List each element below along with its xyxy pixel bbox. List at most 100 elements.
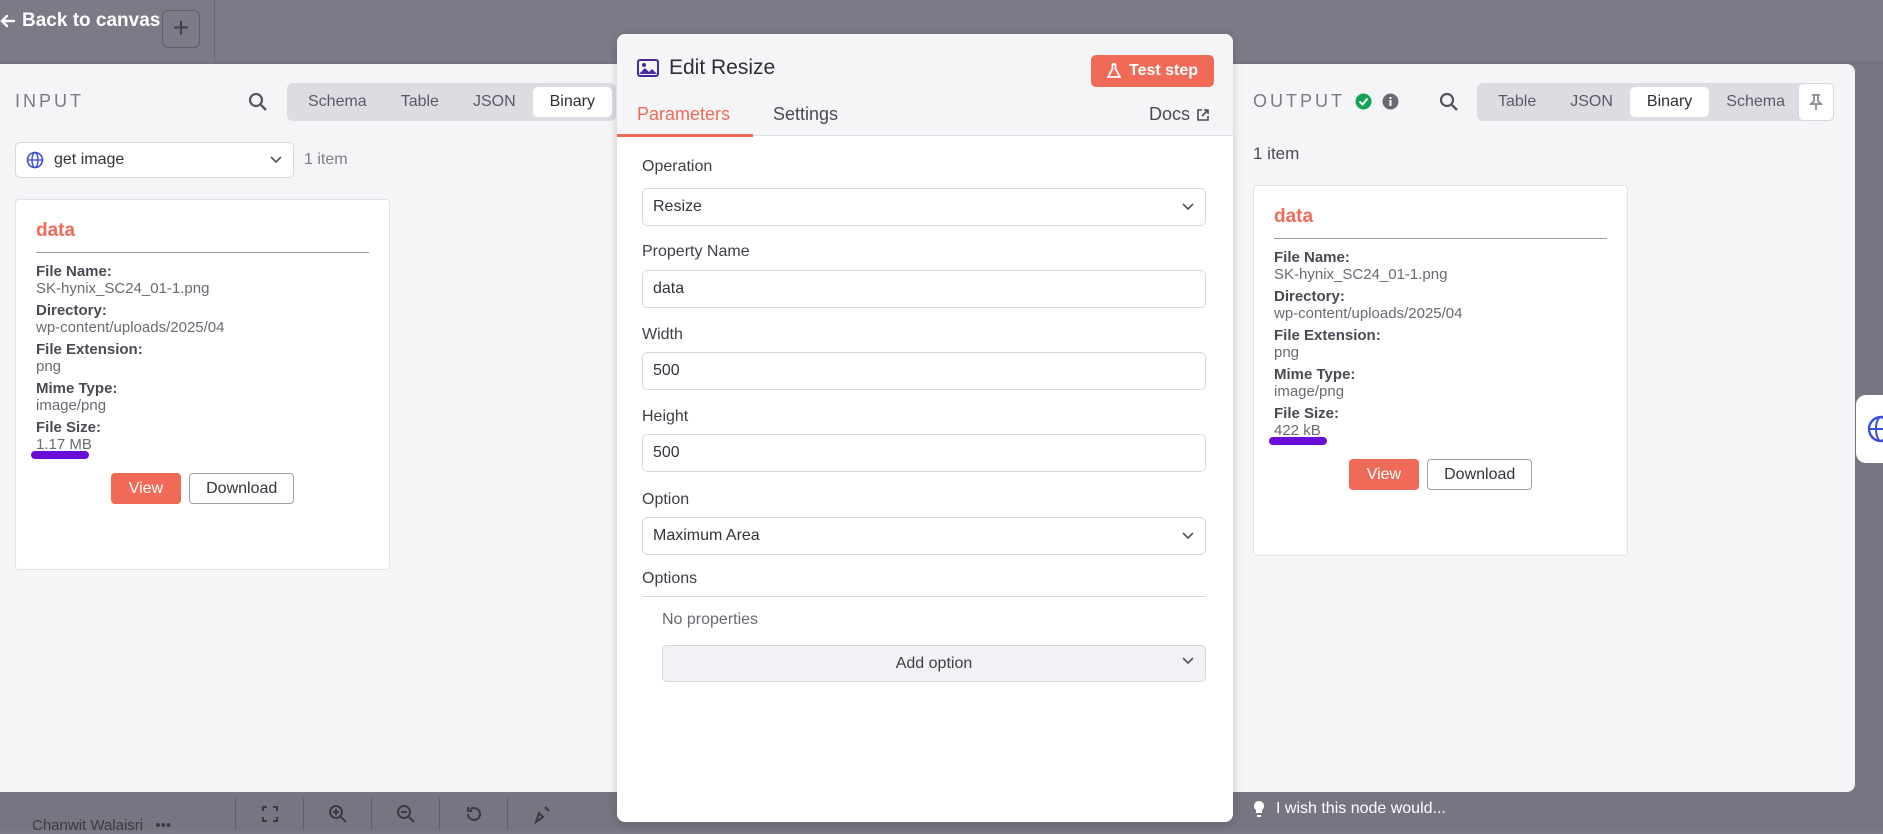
directory-value: wp-content/uploads/2025/04 [1274,305,1463,322]
tab-settings[interactable]: Settings [773,104,838,125]
feedback-label: I wish this node would... [1276,800,1446,817]
zoom-out-button[interactable] [371,798,439,830]
zoom-in-button[interactable] [303,798,371,830]
back-to-canvas-label: Back to canvas [22,10,161,31]
tidy-up-button[interactable] [507,798,575,830]
output-search-icon[interactable] [1439,92,1459,112]
back-to-canvas-link[interactable]: Back to canvas [0,10,160,32]
option-label: Option [642,491,690,508]
test-step-button[interactable]: Test step [1091,55,1215,87]
output-tab-table[interactable]: Table [1481,87,1553,117]
input-panel-label: INPUT [15,91,84,111]
mime-type-label: Mime Type: [1274,366,1356,383]
chevron-down-icon [270,156,282,164]
width-value: 500 [653,362,680,379]
chevron-down-icon [1182,532,1194,540]
chevron-down-icon [1182,657,1194,665]
download-button[interactable]: Download [1427,459,1533,490]
canvas-zoom-toolbar [235,798,575,830]
input-binary-card: data File Name: SK-hynix_SC24_01-1.png D… [15,199,390,570]
edit-title-text: Edit Resize [669,56,776,79]
file-extension-label: File Extension: [1274,327,1381,344]
more-icon[interactable]: ••• [155,817,171,834]
add-node-button[interactable]: + [162,10,200,48]
output-item-count: 1 item [1253,144,1300,163]
input-tab-json[interactable]: JSON [456,87,533,117]
arrow-left-icon [0,14,16,28]
height-value: 500 [653,444,680,461]
input-binary-actions: View Download [36,473,369,504]
operation-select[interactable]: Resize [642,188,1206,226]
view-button[interactable]: View [110,473,182,504]
input-tab-binary[interactable]: Binary [532,87,612,117]
active-tab-indicator [617,134,753,137]
globe-icon [1867,415,1883,443]
option-value: Maximum Area [653,527,760,544]
input-binary-title: data [36,220,369,253]
download-button[interactable]: Download [189,473,295,504]
file-size-label: File Size: [1274,405,1340,422]
file-extension-label: File Extension: [36,341,143,358]
property-name-input[interactable]: data [642,270,1206,308]
topbar-divider [214,0,215,63]
property-name-label: Property Name [642,243,750,260]
feedback-link[interactable]: I wish this node would... [1252,800,1446,818]
output-display-mode-tabs: Table JSON Binary Schema [1477,83,1806,121]
height-input[interactable]: 500 [642,434,1206,472]
info-icon[interactable] [1382,93,1399,110]
user-info[interactable]: Chanwit Walaisri ••• [32,817,171,834]
zoom-in-icon [328,805,347,823]
zoom-out-icon [396,805,415,823]
edit-panel-header: Edit Resize Test step Parameters Setting… [617,34,1233,137]
globe-icon [26,151,44,169]
external-link-icon [1197,108,1209,121]
output-tab-binary[interactable]: Binary [1629,87,1710,117]
side-panel-toggle[interactable] [1856,395,1883,463]
output-tab-schema[interactable]: Schema [1709,87,1802,117]
options-section-label: Options [642,570,1206,597]
output-binary-actions: View Download [1274,459,1607,490]
input-tab-table[interactable]: Table [384,87,456,117]
file-size-value: 1.17 MB [36,436,92,453]
edit-title: Edit Resize [637,56,775,80]
option-select[interactable]: Maximum Area [642,517,1206,555]
directory-label: Directory: [1274,288,1345,305]
mime-type-value: image/png [36,397,107,414]
input-item-count: 1 item [304,151,348,168]
undo-icon [466,806,481,821]
output-tab-json[interactable]: JSON [1553,87,1630,117]
property-name-value: data [653,280,685,297]
operation-label: Operation [642,158,713,175]
width-label: Width [642,326,683,343]
add-option-label: Add option [895,654,973,672]
input-tab-schema[interactable]: Schema [291,87,384,117]
height-label: Height [642,408,689,425]
chevron-down-icon [1182,203,1194,211]
mime-type-value: image/png [1274,383,1345,400]
input-display-mode-tabs: Schema Table JSON Binary [287,83,616,121]
search-icon[interactable] [248,92,268,112]
output-panel-label: OUTPUT [1253,91,1345,111]
directory-value: wp-content/uploads/2025/04 [36,319,225,336]
test-step-label: Test step [1129,62,1199,79]
input-node-select-value: get image [54,151,125,168]
fit-view-button[interactable] [235,798,303,830]
reset-zoom-button[interactable] [439,798,507,830]
flask-icon [1107,63,1121,78]
input-node-select[interactable]: get image [15,142,294,178]
output-panel-header: OUTPUT [1253,91,1399,112]
mime-type-label: Mime Type: [36,380,118,397]
tab-parameters[interactable]: Parameters [637,104,730,125]
docs-link[interactable]: Docs [1149,104,1210,125]
view-button[interactable]: View [1348,459,1420,490]
output-binary-title: data [1274,206,1607,239]
pin-data-button[interactable] [1798,83,1834,121]
add-option-button[interactable]: Add option [662,645,1206,682]
fullscreen-icon [261,806,278,822]
file-name-value: SK-hynix_SC24_01-1.png [1274,266,1448,283]
broom-icon [533,806,550,824]
file-size-label: File Size: [36,419,102,436]
width-input[interactable]: 500 [642,352,1206,390]
edit-node-panel: Edit Resize Test step Parameters Setting… [617,34,1233,822]
file-name-label: File Name: [1274,249,1350,266]
